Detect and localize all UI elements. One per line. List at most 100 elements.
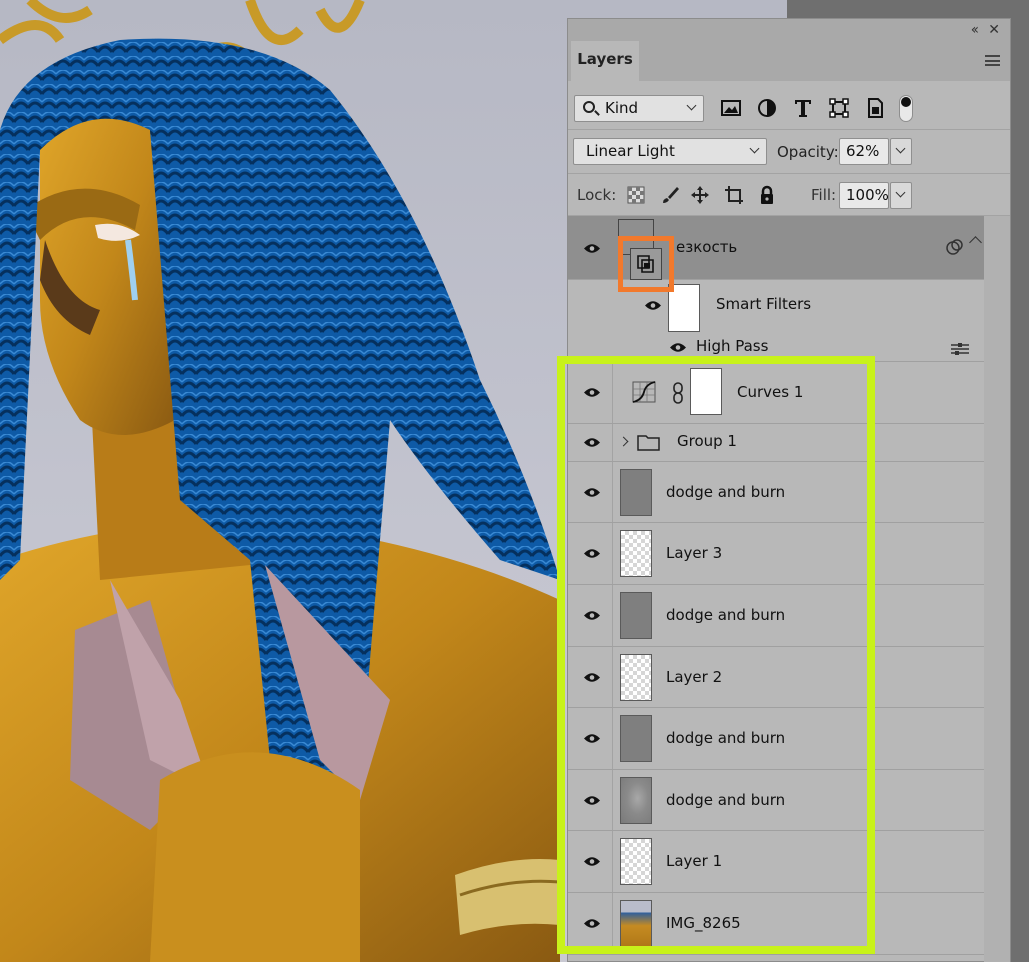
layer-row[interactable]: Layer 2 — [568, 647, 984, 708]
chevron-down-icon — [895, 143, 906, 154]
filter-kind-select[interactable]: Kind — [574, 95, 704, 122]
fill-field[interactable]: 100% — [839, 182, 889, 209]
opacity-field[interactable]: 62% — [839, 138, 889, 165]
layer-thumbnail[interactable] — [620, 715, 652, 762]
link-icon[interactable] — [672, 382, 684, 404]
search-icon — [583, 101, 595, 113]
eye-icon[interactable] — [583, 733, 601, 744]
layer-mask-thumbnail[interactable] — [690, 368, 722, 415]
opacity-label: Opacity: — [777, 143, 839, 161]
eye-icon[interactable] — [583, 856, 601, 867]
lock-transparent-icon[interactable] — [626, 185, 646, 205]
layer-row[interactable]: dodge and burn — [568, 585, 984, 647]
smart-object-badge — [630, 248, 662, 280]
visibility-cell — [568, 831, 613, 892]
fill-dropdown-button[interactable] — [890, 182, 912, 209]
layer-name[interactable]: dodge and burn — [666, 606, 785, 624]
visibility-cell — [568, 647, 613, 707]
panel-title-bar[interactable]: ‹‹ ✕ — [568, 19, 1010, 41]
image-filter-icon[interactable] — [718, 95, 744, 121]
layer-row[interactable]: dodge and burn — [568, 462, 984, 523]
filter-blending-options-icon[interactable] — [950, 342, 970, 356]
layer-thumbnail[interactable] — [620, 900, 652, 947]
layer-row-group[interactable]: Group 1 — [568, 424, 984, 462]
blend-mode-value: Linear Light — [586, 142, 675, 160]
layer-row-curves[interactable]: Curves 1 — [568, 362, 984, 424]
layer-thumbnail[interactable] — [620, 469, 652, 516]
layer-name[interactable]: IMG_8265 — [666, 914, 741, 932]
tab-layers[interactable]: Layers — [571, 41, 639, 81]
layer-name[interactable]: Curves 1 — [737, 383, 803, 401]
layer-thumbnail[interactable] — [620, 838, 652, 885]
layer-name[interactable]: dodge and burn — [666, 791, 785, 809]
chevron-right-icon[interactable] — [618, 436, 629, 447]
eye-icon[interactable] — [669, 342, 687, 353]
chevron-up-icon[interactable] — [969, 236, 982, 249]
layers-list-scrollbar[interactable] — [984, 216, 1010, 962]
smart-object-filter-icon[interactable] — [862, 95, 888, 121]
visibility-cell — [568, 523, 613, 584]
filter-toggle-switch[interactable] — [899, 95, 913, 122]
layer-row[interactable]: dodge and burn — [568, 770, 984, 831]
layer-filter-row: Kind — [568, 81, 1010, 129]
eye-icon[interactable] — [583, 918, 601, 929]
shape-filter-icon[interactable] — [826, 95, 852, 121]
visibility-cell — [568, 462, 613, 522]
eye-icon[interactable] — [583, 672, 601, 683]
folder-icon — [637, 435, 660, 451]
chevron-down-icon — [686, 100, 697, 111]
curves-adjustment-icon[interactable] — [632, 381, 656, 403]
adjustment-filter-icon[interactable] — [754, 95, 780, 121]
visibility-cell — [568, 216, 613, 279]
lock-artboard-icon[interactable] — [724, 185, 744, 205]
visibility-cell — [568, 708, 613, 769]
layers-list[interactable]: езкость Smart Filters High Pass Curves 1… — [568, 216, 984, 962]
layer-thumbnail[interactable] — [620, 592, 652, 639]
layer-name[interactable]: Smart Filters — [716, 295, 811, 313]
layer-name[interactable]: Layer 1 — [666, 852, 722, 870]
filter-kind-label: Kind — [605, 99, 639, 117]
chevron-down-icon — [895, 187, 906, 198]
type-filter-icon[interactable] — [790, 95, 816, 121]
layer-name[interactable]: Group 1 — [677, 432, 737, 450]
layer-name[interactable]: dodge and burn — [666, 729, 785, 747]
panel-tab-row: Layers — [568, 41, 1010, 81]
eye-icon[interactable] — [583, 243, 601, 254]
close-icon[interactable]: ✕ — [988, 21, 1000, 39]
layer-row[interactable]: IMG_8265 — [568, 893, 984, 955]
eye-icon[interactable] — [583, 795, 601, 806]
lock-position-icon[interactable] — [690, 185, 710, 205]
eye-icon[interactable] — [583, 437, 601, 448]
layer-name[interactable]: High Pass — [696, 337, 768, 355]
blend-mode-select[interactable]: Linear Light — [573, 138, 767, 165]
fill-label: Fill: — [811, 186, 837, 204]
chevron-down-icon — [749, 143, 760, 154]
visibility-cell — [568, 424, 613, 461]
layer-thumbnail[interactable] — [620, 777, 652, 824]
layer-thumbnail[interactable] — [620, 530, 652, 577]
eye-icon[interactable] — [583, 487, 601, 498]
layer-thumbnail[interactable] — [620, 654, 652, 701]
layer-name[interactable]: Layer 3 — [666, 544, 722, 562]
eye-icon[interactable] — [583, 610, 601, 621]
eye-icon[interactable] — [583, 548, 601, 559]
eye-icon[interactable] — [644, 300, 662, 311]
layer-name[interactable]: Layer 2 — [666, 668, 722, 686]
lock-paint-icon[interactable] — [660, 185, 680, 205]
collapse-panel-icon[interactable]: ‹‹ — [971, 21, 979, 39]
layer-row-high-pass[interactable]: High Pass — [568, 334, 984, 362]
smart-object-badge-highlight — [618, 236, 674, 292]
eye-icon[interactable] — [583, 387, 601, 398]
smart-filter-effects-icon[interactable] — [945, 238, 965, 256]
layer-row[interactable]: dodge and burn — [568, 708, 984, 770]
lock-all-icon[interactable] — [757, 185, 777, 205]
lock-label: Lock: — [577, 186, 617, 204]
layer-row[interactable]: Layer 1 — [568, 831, 984, 893]
smart-object-icon — [637, 255, 654, 273]
layer-name[interactable]: езкость — [676, 238, 737, 256]
layer-row[interactable]: Layer 3 — [568, 523, 984, 585]
lock-row: Lock: Fill: 100% — [568, 173, 1010, 216]
panel-menu-icon[interactable] — [985, 55, 1000, 66]
opacity-dropdown-button[interactable] — [890, 138, 912, 165]
layer-name[interactable]: dodge and burn — [666, 483, 785, 501]
